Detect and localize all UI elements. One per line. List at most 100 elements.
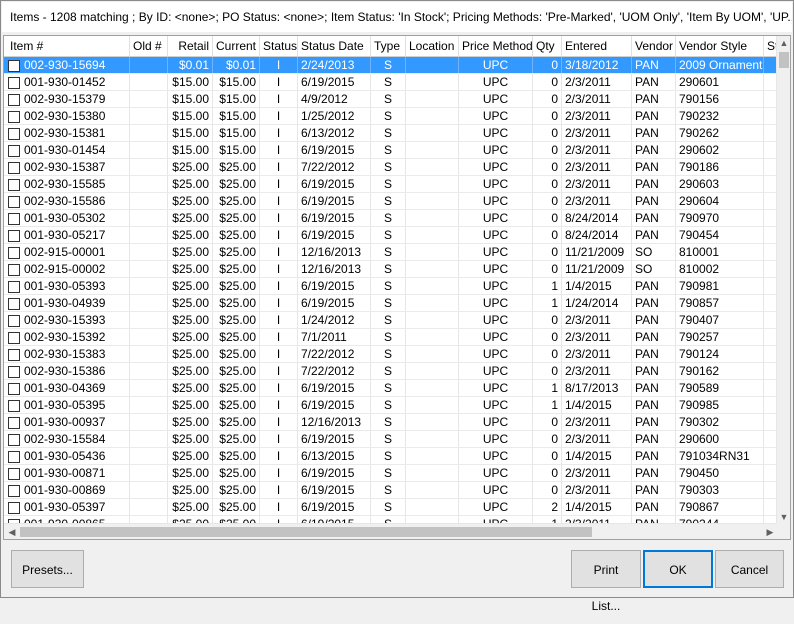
table-row[interactable]: 001-930-05395 $25.00 $25.00 I 6/19/2015 S UPC 1…	[4, 397, 778, 414]
row-checkbox[interactable]	[8, 298, 20, 310]
scroll-down-arrow-icon[interactable]: ▼	[777, 510, 790, 524]
row-checkbox[interactable]	[8, 468, 20, 480]
column-header-retail[interactable]: Retail	[168, 36, 213, 56]
table-row[interactable]: 001-930-05217 $25.00 $25.00 I 6/19/2015 S UPC 0…	[4, 227, 778, 244]
table-row[interactable]: 001-930-00937 $25.00 $25.00 I 12/16/2013 S UPC…	[4, 414, 778, 431]
table-row[interactable]: 002-930-15392 $25.00 $25.00 I 7/1/2011 S UPC 0 2…	[4, 329, 778, 346]
row-checkbox[interactable]	[8, 417, 20, 429]
column-header-status-date[interactable]: Status Date	[298, 36, 371, 56]
print-list-button[interactable]: Print List...	[571, 550, 641, 613]
cell-location	[406, 193, 459, 209]
cell-retail: $25.00	[168, 380, 213, 396]
column-header-entered[interactable]: Entered	[562, 36, 632, 56]
scroll-right-arrow-icon[interactable]: ▶	[763, 525, 777, 539]
cell-status: I	[260, 295, 298, 311]
table-row[interactable]: 002-930-15383 $25.00 $25.00 I 7/22/2012 S UPC 0…	[4, 346, 778, 363]
column-header-qty[interactable]: Qty	[533, 36, 562, 56]
row-checkbox[interactable]	[8, 485, 20, 497]
cell-status: I	[260, 159, 298, 175]
cell-old-number	[130, 414, 168, 430]
table-row[interactable]: 002-930-15381 $15.00 $15.00 I 6/13/2012 S UPC 0…	[4, 125, 778, 142]
table-row[interactable]: 001-930-00869 $25.00 $25.00 I 6/19/2015 S UPC 0…	[4, 482, 778, 499]
vertical-scrollbar[interactable]: ▲ ▼	[776, 36, 790, 524]
row-checkbox[interactable]	[8, 451, 20, 463]
table-row[interactable]: 001-930-01454 $15.00 $15.00 I 6/19/2015 S UPC 0…	[4, 142, 778, 159]
table-row[interactable]: 001-930-05397 $25.00 $25.00 I 6/19/2015 S UPC 2…	[4, 499, 778, 516]
cell-type: S	[371, 193, 406, 209]
table-row[interactable]: 002-930-15584 $25.00 $25.00 I 6/19/2015 S UPC 0…	[4, 431, 778, 448]
table-row[interactable]: 002-915-00002 $25.00 $25.00 I 12/16/2013 S UPC…	[4, 261, 778, 278]
cell-status-date: 6/19/2015	[298, 482, 371, 498]
row-checkbox[interactable]	[8, 332, 20, 344]
column-header-location[interactable]: Location	[406, 36, 459, 56]
row-checkbox[interactable]	[8, 315, 20, 327]
row-checkbox[interactable]	[8, 434, 20, 446]
row-checkbox[interactable]	[8, 366, 20, 378]
horizontal-scroll-thumb[interactable]	[20, 527, 592, 537]
row-checkbox[interactable]	[8, 383, 20, 395]
row-checkbox[interactable]	[8, 400, 20, 412]
scroll-left-arrow-icon[interactable]: ◀	[5, 525, 19, 539]
table-row[interactable]: 001-930-04369 $25.00 $25.00 I 6/19/2015 S UPC 1…	[4, 380, 778, 397]
column-header-type[interactable]: Type	[371, 36, 406, 56]
column-header-price-method[interactable]: Price Method	[459, 36, 533, 56]
table-row[interactable]: 002-930-15694 $0.01 $0.01 I 2/24/2013 S UPC 0 3/…	[4, 57, 778, 74]
cell-status-date: 12/16/2013	[298, 244, 371, 260]
row-checkbox[interactable]	[8, 281, 20, 293]
column-header-item[interactable]: Item #	[4, 36, 130, 56]
row-checkbox[interactable]	[8, 145, 20, 157]
cell-retail: $25.00	[168, 295, 213, 311]
cell-current: $25.00	[213, 465, 260, 481]
cell-location	[406, 363, 459, 379]
row-checkbox[interactable]	[8, 247, 20, 259]
table-row[interactable]: 002-930-15380 $15.00 $15.00 I 1/25/2012 S UPC 0…	[4, 108, 778, 125]
table-row[interactable]: 002-930-15386 $25.00 $25.00 I 7/22/2012 S UPC 0…	[4, 363, 778, 380]
row-checkbox[interactable]	[8, 128, 20, 140]
row-checkbox[interactable]	[8, 77, 20, 89]
table-row[interactable]: 002-930-15387 $25.00 $25.00 I 7/22/2012 S UPC 0…	[4, 159, 778, 176]
cell-qty: 0	[533, 329, 562, 345]
column-header-old[interactable]: Old #	[130, 36, 168, 56]
presets-button[interactable]: Presets...	[11, 550, 84, 588]
table-row[interactable]: 001-930-00871 $25.00 $25.00 I 6/19/2015 S UPC 0…	[4, 465, 778, 482]
cell-entered: 2/3/2011	[562, 108, 632, 124]
row-checkbox[interactable]	[8, 502, 20, 514]
cell-current: $25.00	[213, 261, 260, 277]
row-checkbox[interactable]	[8, 196, 20, 208]
column-header-vendor[interactable]: Vendor	[632, 36, 676, 56]
cell-type: S	[371, 278, 406, 294]
table-row[interactable]: 002-930-15393 $25.00 $25.00 I 1/24/2012 S UPC 0…	[4, 312, 778, 329]
cell-qty: 0	[533, 482, 562, 498]
cell-location	[406, 278, 459, 294]
table-row[interactable]: 001-930-05393 $25.00 $25.00 I 6/19/2015 S UPC 1…	[4, 278, 778, 295]
cell-current: $25.00	[213, 329, 260, 345]
table-row[interactable]: 001-930-04939 $25.00 $25.00 I 6/19/2015 S UPC 1…	[4, 295, 778, 312]
table-row[interactable]: 001-930-01452 $15.00 $15.00 I 6/19/2015 S UPC 0…	[4, 74, 778, 91]
table-row[interactable]: 002-930-15585 $25.00 $25.00 I 6/19/2015 S UPC 0…	[4, 176, 778, 193]
cell-status: I	[260, 210, 298, 226]
cancel-button[interactable]: Cancel	[715, 550, 784, 588]
column-header-status[interactable]: Status	[260, 36, 298, 56]
ok-button[interactable]: OK	[643, 550, 713, 588]
row-checkbox[interactable]	[8, 94, 20, 106]
scroll-up-arrow-icon[interactable]: ▲	[777, 36, 790, 50]
items-grid[interactable]: Item # Old # Retail Current Status Statu…	[3, 35, 791, 540]
table-row[interactable]: 002-915-00001 $25.00 $25.00 I 12/16/2013 S UPC…	[4, 244, 778, 261]
table-row[interactable]: 001-930-05302 $25.00 $25.00 I 6/19/2015 S UPC 0…	[4, 210, 778, 227]
table-row[interactable]: 002-930-15586 $25.00 $25.00 I 6/19/2015 S UPC 0…	[4, 193, 778, 210]
row-checkbox[interactable]	[8, 213, 20, 225]
row-checkbox[interactable]	[8, 264, 20, 276]
table-row[interactable]: 002-930-15379 $15.00 $15.00 I 4/9/2012 S UPC 0 2…	[4, 91, 778, 108]
horizontal-scrollbar[interactable]: ◀ ▶	[4, 523, 778, 539]
cell-vendor-style: 790981	[676, 278, 764, 294]
column-header-current[interactable]: Current	[213, 36, 260, 56]
row-checkbox[interactable]	[8, 179, 20, 191]
row-checkbox[interactable]	[8, 162, 20, 174]
row-checkbox[interactable]	[8, 60, 20, 72]
column-header-vendor-style[interactable]: Vendor Style	[676, 36, 764, 56]
row-checkbox[interactable]	[8, 349, 20, 361]
table-row[interactable]: 001-930-05436 $25.00 $25.00 I 6/13/2015 S UPC 0…	[4, 448, 778, 465]
row-checkbox[interactable]	[8, 111, 20, 123]
row-checkbox[interactable]	[8, 230, 20, 242]
vertical-scroll-thumb[interactable]	[779, 52, 789, 68]
